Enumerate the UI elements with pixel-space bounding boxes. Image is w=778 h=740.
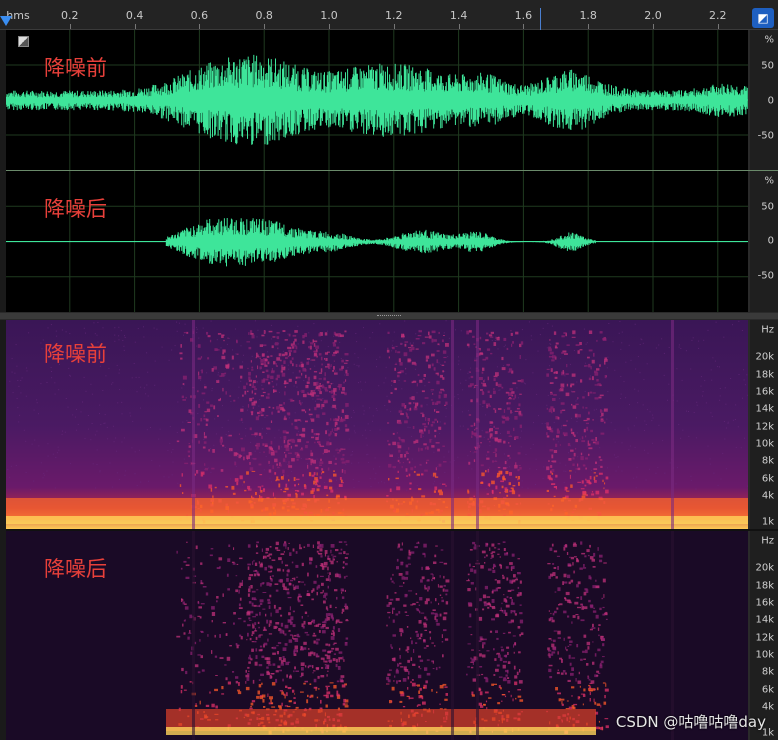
ruler-tick xyxy=(264,24,266,29)
scale-label: 18k xyxy=(755,580,774,592)
time-ruler[interactable]: hms 0.2 0.4 0.6 0.8 1.0 1.2 1.4 1.6 1.8 2.0 2.2 ◩ xyxy=(0,0,778,30)
waveform-after-label: 降噪后 xyxy=(44,197,107,221)
scale-label: -50 xyxy=(757,130,774,142)
ruler-tick-label: 1.6 xyxy=(514,9,533,22)
playhead-marker-icon[interactable] xyxy=(0,16,12,26)
spectrogram-before[interactable]: 降噪前 xyxy=(6,320,748,529)
scale-label: 16k xyxy=(755,386,774,398)
scale-label: 1k xyxy=(761,516,774,528)
ruler-tick xyxy=(393,24,395,29)
waveform-before-label: 降噪前 xyxy=(44,56,107,80)
scale-label: 16k xyxy=(755,597,774,609)
scale-label: -50 xyxy=(757,270,774,282)
ruler-tick-label: 2.0 xyxy=(644,9,662,22)
scale-label: 0 xyxy=(767,95,774,107)
scale-label: 6k xyxy=(761,684,774,696)
ruler-tick-label: 0.6 xyxy=(190,9,209,22)
ruler-tick-label: 1.0 xyxy=(320,9,338,22)
waveform-before-svg xyxy=(6,30,748,170)
corner-toggle-icon[interactable] xyxy=(18,36,29,47)
spectrogram-after-scale: Hz 20k 18k 16k 14k 12k 10k 8k 6k 4k 1k xyxy=(750,531,778,740)
ruler-tick xyxy=(458,24,460,29)
ruler-tick-label: 0.2 xyxy=(61,9,79,22)
scale-label: 8k xyxy=(761,666,774,678)
ruler-tick-label: 2.2 xyxy=(709,9,727,22)
scale-label: 18k xyxy=(755,369,774,381)
ruler-tick xyxy=(717,24,719,29)
scale-label: 50 xyxy=(761,201,774,213)
scale-unit: % xyxy=(764,34,774,46)
spectrogram-before-scale: Hz 20k 18k 16k 14k 12k 10k 8k 6k 4k 1k xyxy=(750,320,778,529)
scale-label: 20k xyxy=(755,351,774,363)
scale-label: 8k xyxy=(761,455,774,467)
scale-label: 14k xyxy=(755,403,774,415)
waveform-before[interactable]: 降噪前 xyxy=(6,30,748,170)
scale-label: 0 xyxy=(767,235,774,247)
waveform-before-scale: % 50 0 -50 xyxy=(750,30,778,170)
ruler-tick xyxy=(523,24,525,29)
scale-label: 10k xyxy=(755,649,774,661)
panel-divider[interactable] xyxy=(0,313,778,319)
scale-unit: Hz xyxy=(761,324,774,336)
scale-label: 6k xyxy=(761,473,774,485)
waveform-after[interactable]: 降噪后 xyxy=(6,171,748,312)
ruler-tick-label: 1.2 xyxy=(385,9,403,22)
scale-label: 20k xyxy=(755,562,774,574)
ruler-tick-label: 0.4 xyxy=(125,9,144,22)
scale-label: 12k xyxy=(755,632,774,644)
scale-unit: Hz xyxy=(761,535,774,547)
watermark: CSDN @咕噜咕噜day xyxy=(615,713,766,731)
spectrogram-after[interactable]: 降噪后 xyxy=(6,531,748,740)
spectrogram-after-svg xyxy=(6,531,748,740)
ruler-tick xyxy=(134,24,136,29)
ruler-tick xyxy=(329,24,330,29)
scale-label: 4k xyxy=(761,490,774,502)
ruler-tick-label: 1.4 xyxy=(449,9,468,22)
scale-unit: % xyxy=(764,175,774,187)
ruler-tick xyxy=(653,24,654,29)
ruler-tick xyxy=(69,24,71,29)
spectrogram-before-label: 降噪前 xyxy=(44,342,107,366)
ruler-tick xyxy=(199,24,201,29)
waveform-after-svg xyxy=(6,171,748,312)
spectrogram-after-label: 降噪后 xyxy=(44,557,107,581)
scale-label: 12k xyxy=(755,421,774,433)
scale-label: 14k xyxy=(755,614,774,626)
scale-label: 50 xyxy=(761,60,774,72)
ruler-tick xyxy=(588,24,590,29)
ruler-tick-label: 0.8 xyxy=(255,9,273,22)
scale-label: 10k xyxy=(755,438,774,450)
ruler-tick-label: 1.8 xyxy=(579,9,597,22)
cursor-line[interactable] xyxy=(540,8,541,30)
waveform-after-scale: % 50 0 -50 xyxy=(750,171,778,312)
spectrogram-before-svg xyxy=(6,320,748,529)
headphone-icon[interactable]: ◩ xyxy=(752,8,774,28)
